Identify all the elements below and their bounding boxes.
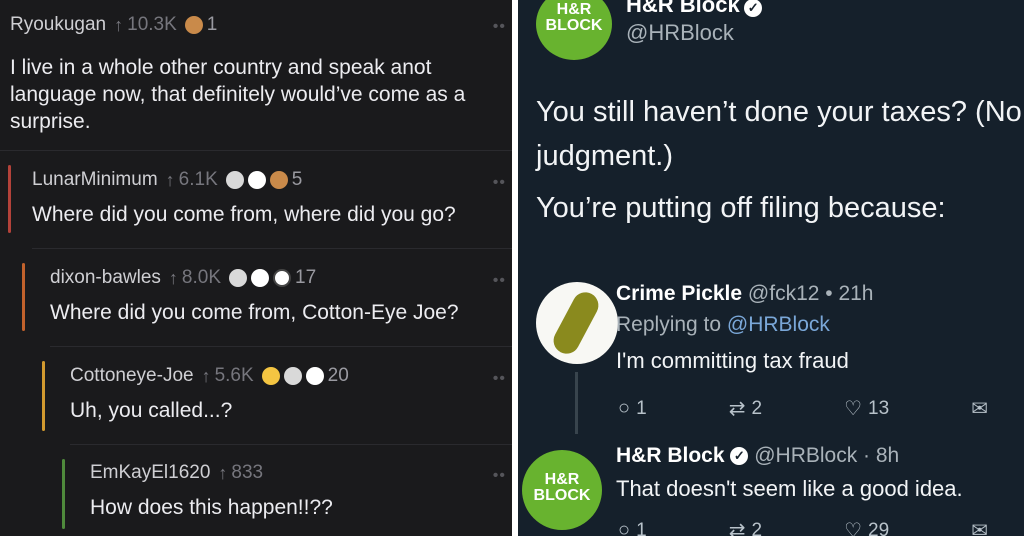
comment-body: How does this happen!!??: [90, 496, 333, 519]
divider: [0, 150, 512, 151]
author-name[interactable]: H&R Block: [626, 0, 740, 17]
score: ↑ 8.0K: [168, 267, 221, 289]
reply-actions: ○ 1 ⇄ 2 ♡ 29 ✉: [618, 518, 988, 536]
divider: [32, 248, 512, 249]
award-icon: [305, 367, 324, 385]
author-handle[interactable]: @HRBlock: [626, 20, 734, 46]
reply-header: H&R Block ✓ @HRBlock · 8h: [616, 444, 900, 467]
tweet-text: You still haven’t done your taxes? (No j…: [536, 96, 1022, 224]
score: ↑ 5.6K: [201, 365, 254, 387]
heart-icon: ♡: [844, 398, 863, 420]
up-arrow-icon[interactable]: ↑: [166, 170, 175, 191]
award-icon: [247, 171, 266, 189]
tweet-author: H&R Block ✓: [626, 0, 763, 18]
reply-header: Crime Pickle @fck12 • 21h: [616, 282, 874, 305]
verified-icon: ✓: [730, 447, 749, 466]
more-options-icon[interactable]: ••: [493, 272, 506, 290]
username[interactable]: EmKayEl1620: [90, 462, 210, 484]
comment-emkayel1620: EmKayEl1620 ↑ 833 How does this happen!!?…: [90, 462, 505, 521]
reply-actions: ○ 1 ⇄ 2 ♡ 13 ✉: [618, 396, 988, 421]
reply-button[interactable]: ○ 1: [618, 396, 647, 421]
award-icon: [184, 16, 203, 34]
username[interactable]: Ryoukugan: [10, 14, 106, 36]
meme-screenshot: Ryoukugan ↑ 10.3K 1 I live in a whole oth…: [0, 0, 1024, 536]
more-options-icon[interactable]: ••: [493, 370, 506, 388]
reply-text: I'm committing tax fraud: [616, 348, 849, 373]
hrblock-avatar[interactable]: H&R BLOCK: [536, 0, 612, 60]
score: ↑ 10.3K: [114, 14, 177, 36]
up-arrow-icon[interactable]: ↑: [202, 366, 211, 387]
hrblock-avatar[interactable]: H&R BLOCK: [522, 450, 602, 530]
more-options-icon[interactable]: ••: [493, 18, 506, 36]
pickle-avatar[interactable]: [536, 282, 618, 364]
thread-line: [62, 459, 65, 529]
award-icon: [229, 269, 247, 287]
pickle-icon: [549, 287, 603, 359]
comment-lunarminimum: LunarMinimum ↑ 6.1K 5 Where did you come …: [32, 169, 502, 228]
dm-button[interactable]: ✉: [971, 396, 988, 421]
comment-body: I live in a whole other country and spea…: [10, 56, 466, 133]
heart-icon: ♡: [844, 520, 863, 536]
dm-icon: ✉: [971, 398, 988, 420]
awards: 20: [261, 365, 349, 387]
like-button[interactable]: ♡ 29: [844, 518, 889, 536]
username[interactable]: LunarMinimum: [32, 169, 158, 191]
twitter-thread: H&R BLOCK H&R Block ✓ @HRBlock You still…: [518, 0, 1024, 536]
up-arrow-icon[interactable]: ↑: [218, 463, 227, 484]
retweet-button[interactable]: ⇄ 2: [729, 396, 762, 421]
up-arrow-icon[interactable]: ↑: [169, 268, 178, 289]
dm-button[interactable]: ✉: [971, 518, 988, 536]
retweet-button[interactable]: ⇄ 2: [729, 518, 762, 536]
reddit-thread: Ryoukugan ↑ 10.3K 1 I live in a whole oth…: [0, 0, 512, 536]
award-icon: [261, 367, 280, 385]
comment-ryoukugan: Ryoukugan ↑ 10.3K 1 I live in a whole oth…: [10, 14, 510, 135]
more-options-icon[interactable]: ••: [493, 467, 506, 485]
thread-line: [22, 263, 25, 331]
verified-icon: ✓: [744, 0, 763, 17]
comment-body: Where did you come from, Cotton-Eye Joe?: [50, 301, 459, 324]
score: ↑ 6.1K: [165, 169, 218, 191]
award-icon: [273, 269, 291, 287]
divider: [50, 346, 512, 347]
awards: 17: [229, 267, 316, 289]
award-icon: [225, 171, 244, 189]
like-button[interactable]: ♡ 13: [844, 396, 889, 421]
score: ↑ 833: [218, 462, 264, 484]
reply-icon: ○: [618, 519, 631, 536]
thread-connector: [575, 372, 578, 434]
retweet-icon: ⇄: [728, 398, 746, 420]
reply-button[interactable]: ○ 1: [618, 518, 647, 536]
award-icon: [251, 269, 269, 287]
awards: 5: [225, 169, 302, 191]
dm-icon: ✉: [971, 520, 988, 536]
comment-body: Where did you come from, where did you g…: [32, 203, 456, 226]
thread-line: [8, 165, 11, 233]
reply-text: That doesn't seem like a good idea.: [616, 476, 963, 501]
more-options-icon[interactable]: ••: [493, 174, 506, 192]
comment-cottoneye-joe: Cottoneye-Joe ↑ 5.6K 20 Uh, you called...…: [70, 365, 505, 424]
thread-line: [42, 361, 45, 431]
comment-dixon-bawles: dixon-bawles ↑ 8.0K 17 Where did you come…: [50, 267, 505, 326]
award-icon: [283, 367, 302, 385]
comment-body: Uh, you called...?: [70, 399, 233, 422]
up-arrow-icon[interactable]: ↑: [114, 15, 123, 36]
username[interactable]: dixon-bawles: [50, 267, 161, 289]
award-icon: [269, 171, 288, 189]
retweet-icon: ⇄: [728, 520, 746, 536]
divider: [70, 444, 512, 445]
reply-icon: ○: [618, 397, 631, 419]
replying-to: Replying to @HRBlock: [616, 313, 830, 336]
username[interactable]: Cottoneye-Joe: [70, 365, 194, 387]
awards: 1: [184, 14, 217, 36]
